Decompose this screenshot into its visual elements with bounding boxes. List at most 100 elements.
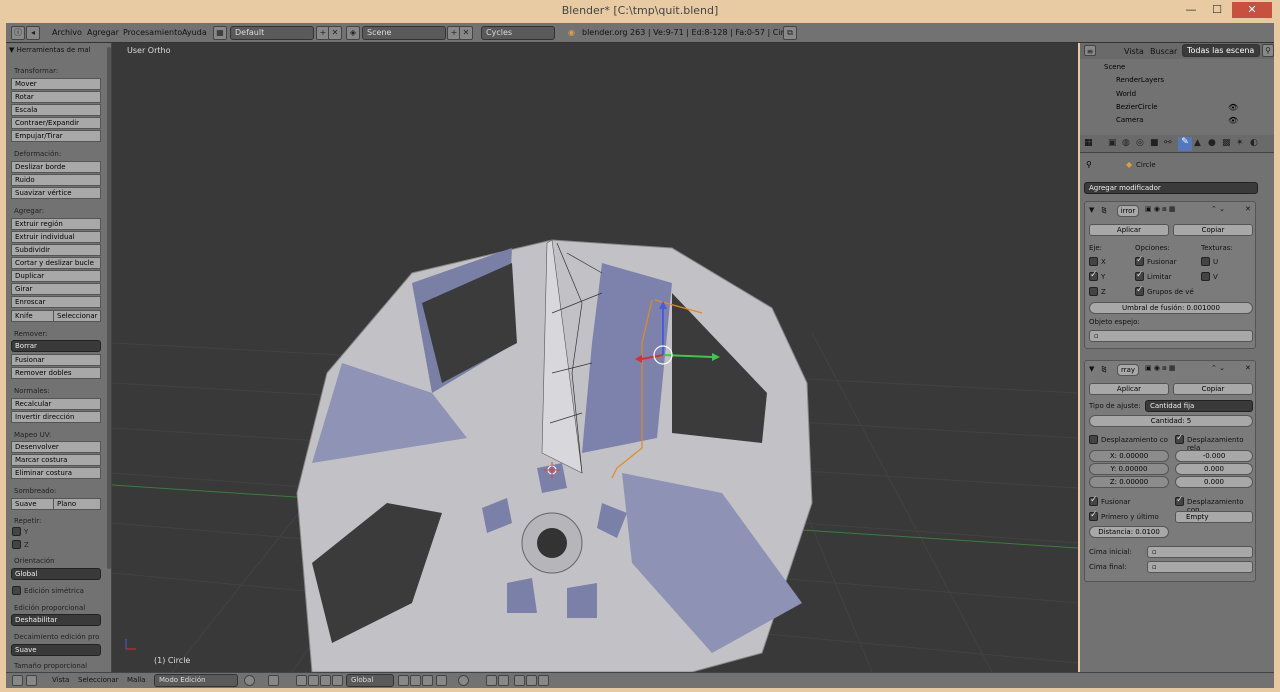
repeat-z-checkbox[interactable]	[12, 540, 21, 549]
footer-menu-vista[interactable]: Vista	[52, 676, 69, 684]
menu-archivo[interactable]: Archivo	[52, 28, 82, 37]
outliner-menu-buscar[interactable]: Buscar	[1150, 47, 1177, 56]
visibility-eye-icon-camera[interactable]: 👁	[1228, 116, 1238, 125]
mirror-u-checkbox[interactable]	[1201, 257, 1210, 266]
maximize-button[interactable]: ☐	[1204, 2, 1230, 18]
mirror-vgroups-checkbox[interactable]	[1135, 285, 1144, 296]
borrar-dropdown[interactable]: Borrar	[11, 340, 101, 352]
edge-select-icon[interactable]	[410, 675, 421, 686]
fit-type-dropdown[interactable]: Cantidad fija	[1145, 400, 1253, 412]
rel-y-field[interactable]: 0.000	[1175, 463, 1253, 475]
obj-offset-checkbox[interactable]	[1175, 495, 1184, 506]
mirror-delete-icon[interactable]: ✕	[1245, 205, 1251, 213]
sym-edit-checkbox[interactable]	[12, 586, 21, 595]
mirror-object-field[interactable]: ▫	[1089, 330, 1253, 342]
minimize-button[interactable]: —	[1178, 2, 1204, 18]
mirror-clip-checkbox[interactable]	[1135, 270, 1144, 281]
transform-orientation-dropdown[interactable]: Global	[346, 674, 394, 687]
data-tab-icon[interactable]: ▲	[1194, 138, 1201, 148]
prop-edit-dropdown[interactable]: Deshabilitar	[11, 614, 101, 626]
render-engine-dropdown[interactable]: Cycles	[481, 26, 555, 40]
tool-subdividir[interactable]: Subdividir	[11, 244, 101, 256]
view3d-editor-icon[interactable]	[12, 675, 23, 686]
visibility-eye-icon[interactable]: 👁	[1228, 103, 1238, 112]
scale-icon[interactable]	[332, 675, 343, 686]
tool-escala[interactable]: Escala	[11, 104, 101, 116]
array-copy-button[interactable]: Copiar	[1173, 383, 1253, 395]
render-tab-icon[interactable]: ▣	[1108, 138, 1117, 148]
3d-viewport[interactable]: User Ortho (1) Circle	[112, 43, 1078, 672]
pivot-point-icon[interactable]	[268, 675, 279, 686]
tool-enroscar[interactable]: Enroscar	[11, 296, 101, 308]
tool-empujar[interactable]: Empujar/Tirar	[11, 130, 101, 142]
tool-eliminar-costura[interactable]: Eliminar costura	[11, 467, 101, 479]
tool-deslizar-borde[interactable]: Deslizar borde	[11, 161, 101, 173]
array-delete-icon[interactable]: ✕	[1245, 364, 1251, 372]
tool-extruir-region[interactable]: Extruir región	[11, 218, 101, 230]
outliner-filter-dropdown[interactable]: Todas las escena	[1182, 44, 1260, 57]
array-name-field[interactable]: rray	[1117, 364, 1139, 376]
mirror-apply-button[interactable]: Aplicar	[1089, 224, 1169, 236]
tool-knife-select[interactable]: Seleccionar	[53, 310, 101, 322]
rel-offset-checkbox[interactable]	[1175, 433, 1184, 444]
texture-tab-icon[interactable]: ▩	[1222, 138, 1231, 148]
tool-suavizar-vertice[interactable]: Suavizar vértice	[11, 187, 101, 199]
outliner-item-scene[interactable]: Scene	[1104, 63, 1125, 71]
start-cap-field[interactable]: ▫	[1147, 546, 1253, 558]
world-tab-icon[interactable]: ◎	[1136, 138, 1144, 148]
particles-tab-icon[interactable]: ✶	[1236, 138, 1244, 148]
tool-ruido[interactable]: Ruido	[11, 174, 101, 186]
mirror-y-checkbox[interactable]	[1089, 270, 1098, 281]
menu-agregar[interactable]: Agregar	[87, 28, 119, 37]
scene-field[interactable]: Scene	[362, 26, 446, 40]
modifier-tab-icon[interactable]: ✎	[1178, 137, 1192, 151]
menu-ayuda[interactable]: Ayuda	[182, 28, 207, 37]
tool-knife[interactable]: Knife	[11, 310, 54, 322]
array-apply-button[interactable]: Aplicar	[1089, 383, 1169, 395]
vertex-select-icon[interactable]	[398, 675, 409, 686]
snap-element-icon[interactable]	[498, 675, 509, 686]
collapse-array-icon[interactable]: ▼	[1089, 365, 1094, 373]
tool-extruir-individual[interactable]: Extruir individual	[11, 231, 101, 243]
tool-contraer[interactable]: Contraer/Expandir	[11, 117, 101, 129]
array-move-icons[interactable]: ⌃ ⌄	[1211, 364, 1225, 372]
outliner-item-world[interactable]: World	[1116, 90, 1136, 98]
merge-threshold-field[interactable]: Umbral de fusión: 0.001000	[1089, 302, 1253, 314]
mirror-x-checkbox[interactable]	[1089, 257, 1098, 266]
const-y-field[interactable]: Y: 0.00000	[1089, 463, 1169, 475]
proportional-edit-icon[interactable]	[458, 675, 469, 686]
manipulator-icon[interactable]	[296, 675, 307, 686]
tool-desenvolver[interactable]: Desenvolver	[11, 441, 101, 453]
collapse-mirror-icon[interactable]: ▼	[1089, 206, 1094, 214]
mirror-v-checkbox[interactable]	[1201, 272, 1210, 281]
tool-duplicar[interactable]: Duplicar	[11, 270, 101, 282]
scene-icon[interactable]: ◈	[346, 26, 360, 40]
rel-x-field[interactable]: -0.000	[1175, 450, 1253, 462]
tool-remover-dobles[interactable]: Remover dobles	[11, 367, 101, 379]
merge-distance-field[interactable]: Distancia: 0.0100	[1089, 526, 1169, 538]
tool-fusionar[interactable]: Fusionar	[11, 354, 101, 366]
array-toggle-icons[interactable]: ▣ ◉ ⧈ ▦	[1145, 364, 1175, 373]
mirror-toggle-icons[interactable]: ▣ ◉ ⧈ ▦	[1145, 205, 1175, 214]
constraint-tab-icon[interactable]: ⚯	[1164, 138, 1172, 148]
collapse-footer-icon[interactable]	[26, 675, 37, 686]
remove-scene-icon[interactable]: ✕	[459, 26, 473, 40]
first-last-checkbox[interactable]	[1089, 510, 1098, 521]
tool-mover[interactable]: Mover	[11, 78, 101, 90]
fullscreen-icon[interactable]: ⧉	[783, 26, 797, 40]
const-z-field[interactable]: Z: 0.00000	[1089, 476, 1169, 488]
editor-type-icon[interactable]: ⓘ	[11, 26, 25, 40]
outliner-menu-vista[interactable]: Vista	[1124, 47, 1144, 56]
rel-z-field[interactable]: 0.000	[1175, 476, 1253, 488]
shade-plano-button[interactable]: Plano	[53, 498, 101, 510]
scene-tab-icon[interactable]: ◍	[1122, 138, 1130, 148]
const-x-field[interactable]: X: 0.00000	[1089, 450, 1169, 462]
tool-shelf-scrollbar[interactable]	[107, 47, 111, 569]
end-cap-field[interactable]: ▫	[1147, 561, 1253, 573]
remove-layout-icon[interactable]: ✕	[328, 26, 342, 40]
face-select-icon[interactable]	[422, 675, 433, 686]
tool-girar[interactable]: Girar	[11, 283, 101, 295]
repeat-y-checkbox[interactable]	[12, 527, 21, 536]
pin-icon[interactable]: ⚲	[1086, 160, 1092, 169]
array-count-field[interactable]: Cantidad: 5	[1089, 415, 1253, 427]
